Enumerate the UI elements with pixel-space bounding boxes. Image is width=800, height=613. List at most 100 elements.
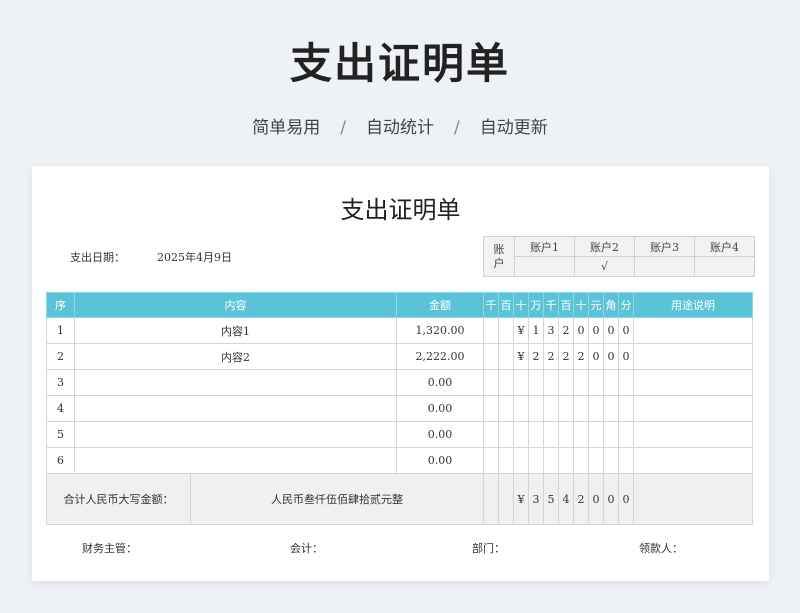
table-row: 1 内容1 1,320.00 ¥1 3 2 0 0 0 0 [46,317,753,344]
total-digit [483,473,499,525]
row-digit: 0 [618,317,634,344]
total-digit [498,473,514,525]
row-digit [498,421,514,448]
row-amount[interactable]: 2,222.00 [396,343,484,370]
table-row: 6 0.00 [46,447,753,474]
row-content[interactable] [74,447,397,474]
row-content[interactable]: 内容1 [74,317,397,344]
account-table: 账户 账户1 账户2 账户3 账户4 √ [483,236,755,277]
total-purpose [633,473,753,525]
row-digit: ¥ [513,343,529,370]
row-content[interactable] [74,395,397,422]
row-digit [618,395,634,422]
row-purpose[interactable] [633,395,753,422]
row-digit [603,421,619,448]
row-seq: 3 [46,369,75,396]
row-amount[interactable]: 1,320.00 [396,317,484,344]
row-digit: 0 [603,343,619,370]
account-check-cell[interactable] [514,256,575,277]
sig-recipient: 领款人： [639,542,683,555]
table-row: 4 0.00 [46,395,753,422]
row-seq: 2 [46,343,75,370]
row-digit [513,447,529,474]
row-seq: 6 [46,447,75,474]
row-purpose[interactable] [633,421,753,448]
row-digit [543,421,559,448]
row-digit: 2 [558,343,574,370]
row-amount[interactable]: 0.00 [396,421,484,448]
hero-title: 支出证明单 [289,39,510,88]
row-digit [483,447,499,474]
total-digit: 3 [528,473,544,525]
row-digit [558,447,574,474]
header-digit: 千 [483,292,499,318]
hero-subtitle: 简单易用 / 自动统计 / 自动更新 [0,113,800,138]
document-title: 支出证明单 [340,196,461,224]
row-digit [543,447,559,474]
row-digit: 0 [573,317,589,344]
row-digit [618,421,634,448]
row-digit [588,421,604,448]
account-check-cell[interactable] [694,256,755,277]
account-name: 账户2 [574,236,635,257]
sig-department: 部门： [472,542,505,555]
total-uppercase-amount: 人民币叁仟伍佰肆拾贰元整 [190,473,484,525]
row-amount[interactable]: 0.00 [396,369,484,396]
date-value[interactable]: 2025年4月9日 [157,249,232,265]
table-header-row: 序 内容 金额 千 百 十 万 千 百 十 元 角 分 用途说明 [46,292,753,318]
total-digit: ¥ [513,473,529,525]
row-digit [483,421,499,448]
row-digit: 2 [543,343,559,370]
row-digit [513,421,529,448]
header-content: 内容 [74,292,397,318]
table-row: 3 0.00 [46,369,753,396]
table-row: 2 内容2 2,222.00 ¥2 2 2 2 0 0 0 [46,343,753,370]
tag-separator: / [454,118,460,138]
tag-easy: 简单易用 [252,118,321,138]
account-name: 账户3 [634,236,695,257]
row-digit: 2 [558,317,574,344]
row-purpose[interactable] [633,343,753,370]
total-digit: 4 [558,473,574,525]
row-digit [528,421,544,448]
total-label: 合计人民币大写金额： [46,473,191,525]
header-digit: 千 [543,292,559,318]
row-digit [603,369,619,396]
row-content[interactable] [74,421,397,448]
row-digit [573,447,589,474]
row-digit: 0 [588,343,604,370]
row-digit: 0 [603,317,619,344]
total-digit: 0 [603,473,619,525]
account-check-cell[interactable]: √ [574,256,635,277]
row-purpose[interactable] [633,317,753,344]
row-digit [618,447,634,474]
row-content[interactable] [74,369,397,396]
row-digit [543,395,559,422]
header-digit: 十 [573,292,589,318]
account-name: 账户1 [514,236,575,257]
row-digit [513,369,529,396]
total-digit: 5 [543,473,559,525]
row-amount[interactable]: 0.00 [396,395,484,422]
row-purpose[interactable] [633,369,753,396]
row-digit [483,395,499,422]
row-digit [498,447,514,474]
row-amount[interactable]: 0.00 [396,447,484,474]
row-digit [498,395,514,422]
header-digit: 元 [588,292,604,318]
row-digit [483,369,499,396]
row-digit [483,317,499,344]
row-content[interactable]: 内容2 [74,343,397,370]
total-digit: 2 [573,473,589,525]
date-label: 支出日期： [70,251,125,264]
row-digit [588,369,604,396]
row-digit [588,395,604,422]
row-digit [528,369,544,396]
row-purpose[interactable] [633,447,753,474]
account-label: 账户 [483,236,515,277]
total-row: 合计人民币大写金额： 人民币叁仟伍佰肆拾贰元整 ¥3 5 4 2 0 0 0 [46,473,753,525]
account-check-cell[interactable] [634,256,695,277]
row-digit [558,421,574,448]
row-digit [558,369,574,396]
row-digit [528,447,544,474]
